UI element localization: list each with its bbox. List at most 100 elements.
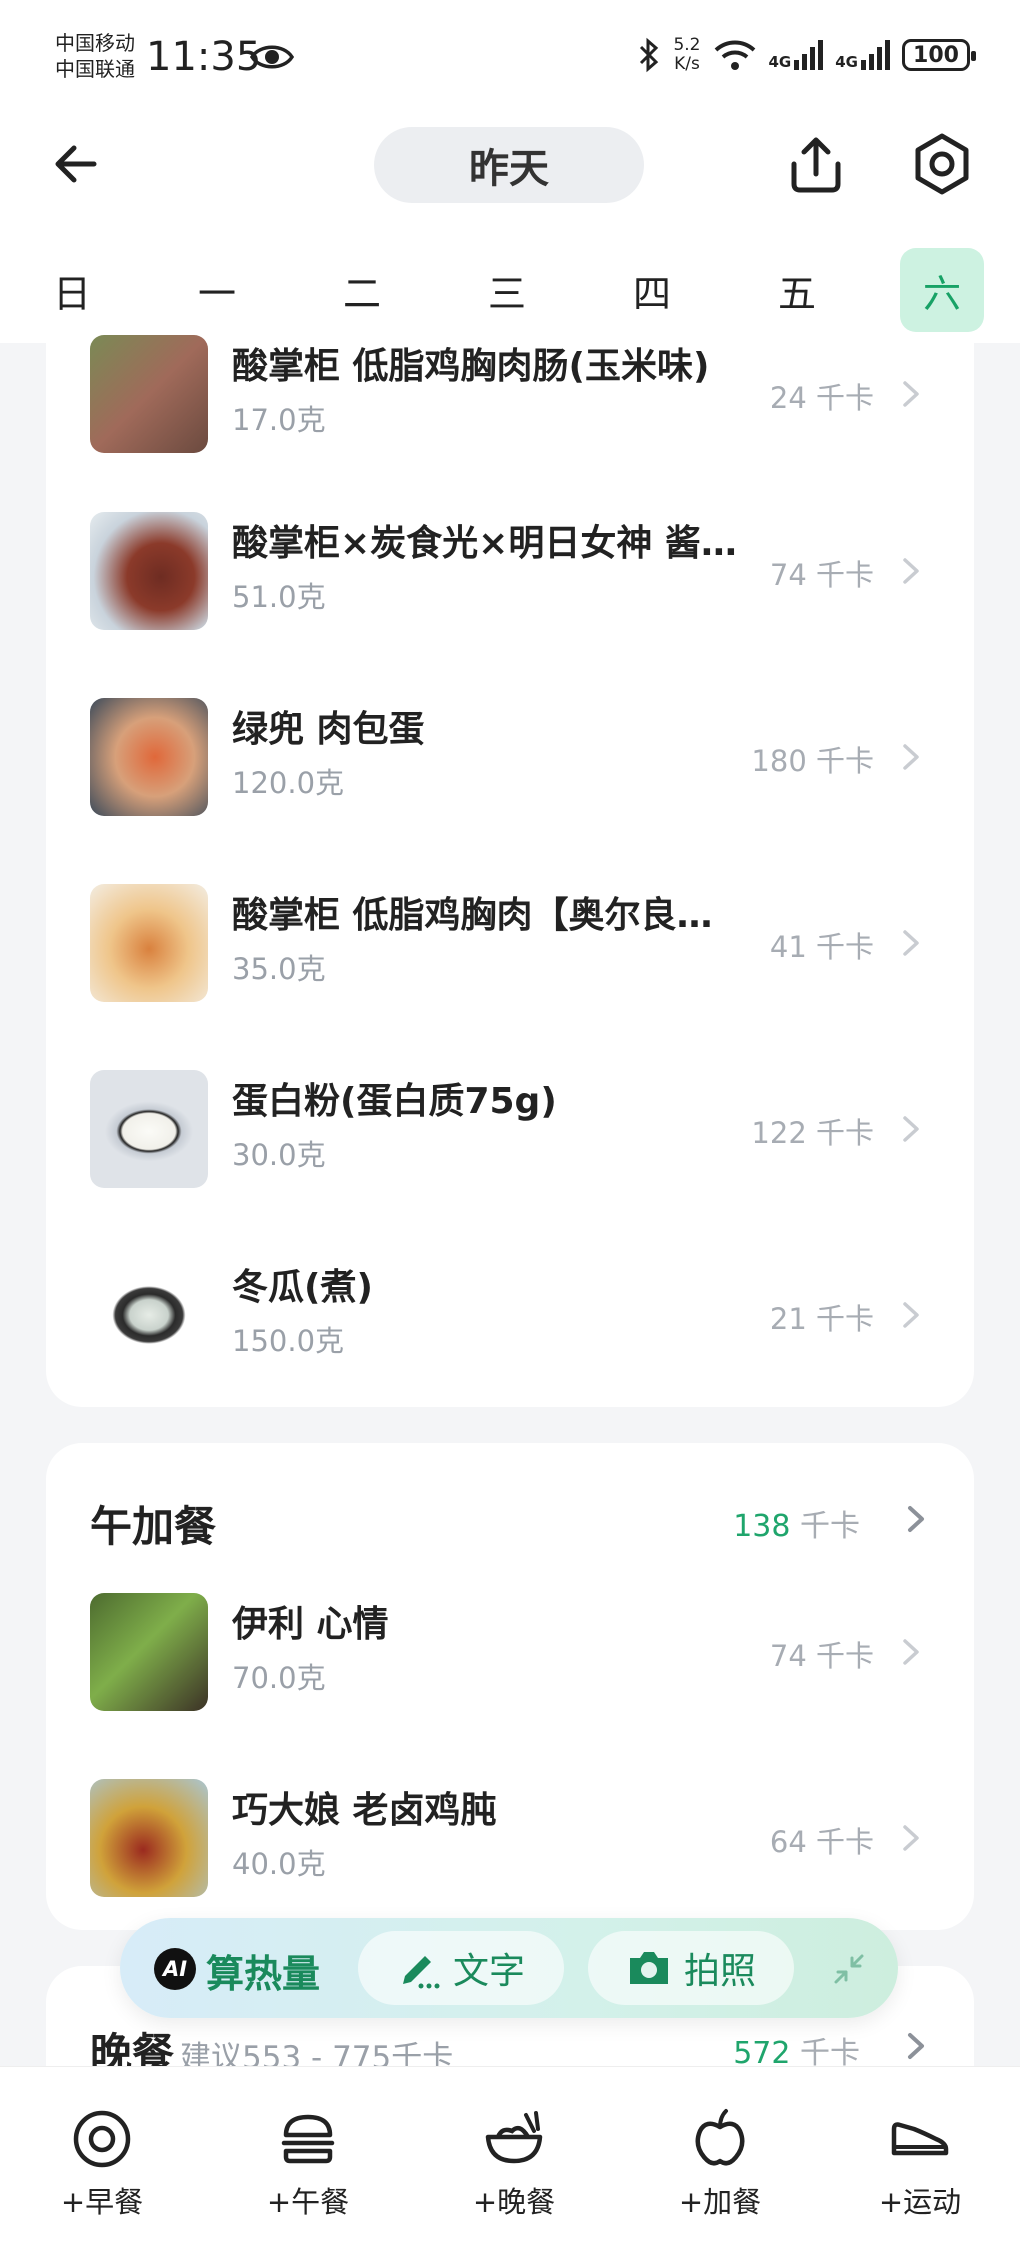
ai-calorie-bar: AI 算热量 文字 拍照 <box>120 1918 898 2018</box>
chevron-right-icon <box>903 744 919 770</box>
food-weight: 120.0克 <box>232 766 345 800</box>
bowl-icon <box>485 2111 543 2164</box>
chevron-right-icon <box>903 1116 919 1142</box>
food-item[interactable]: 冬瓜(煮) 150.0克 21 千卡 <box>46 1256 974 1406</box>
carrier-2: 中国联通 <box>55 57 135 81</box>
food-calories: 64 千卡 <box>769 1825 874 1859</box>
food-item[interactable]: 伊利 心情 70.0克 74 千卡 <box>46 1593 974 1743</box>
signal-bars-icon <box>794 40 824 70</box>
food-thumbnail <box>90 1593 208 1711</box>
food-thumbnail <box>90 1779 208 1897</box>
meal-total-unit: 千卡 <box>800 1509 860 1544</box>
food-weight: 30.0克 <box>232 1138 326 1172</box>
carrier-1: 中国移动 <box>55 31 135 55</box>
food-weight: 35.0克 <box>232 952 326 986</box>
apple-icon <box>695 2109 745 2166</box>
nav-label: +早餐 <box>60 2185 144 2219</box>
net-type-2: 4G <box>835 53 858 71</box>
weekday-sun[interactable]: 日 <box>30 248 114 332</box>
collapse-icon[interactable] <box>832 1952 866 1986</box>
speed-value: 5.2 <box>673 35 701 55</box>
chevron-right-icon[interactable] <box>904 2030 928 2062</box>
photo-button[interactable]: 拍照 <box>588 1931 794 2005</box>
back-arrow-icon[interactable] <box>50 138 102 190</box>
food-item[interactable]: 酸掌柜 低脂鸡胸肉【奥尔良… 35.0克 41 千卡 <box>46 884 974 1034</box>
carrier-labels: 中国移动 中国联通 <box>55 30 135 82</box>
bottom-nav: +早餐 +午餐 +晚餐 +加餐 +运动 <box>0 2066 1020 2250</box>
food-item[interactable]: 酸掌柜 低脂鸡胸肉肠(玉米味) 17.0克 24 千卡 <box>46 335 974 485</box>
weekday-selector: 日 一 二 三 四 五 六 <box>0 248 1020 343</box>
photo-label: 拍照 <box>683 1951 756 1992</box>
wifi-icon <box>714 40 755 70</box>
pencil-icon <box>402 1956 440 1989</box>
text-input-button[interactable]: 文字 <box>358 1931 564 2005</box>
date-selector[interactable]: 昨天 <box>374 127 644 203</box>
status-icons: 5.2 K/s 4G 4G 100 <box>637 35 976 74</box>
weekday-fri[interactable]: 五 <box>755 248 839 332</box>
food-calories: 24 千卡 <box>769 381 874 415</box>
food-calories: 21 千卡 <box>769 1302 874 1336</box>
top-bar: 昨天 <box>0 118 1020 248</box>
chevron-right-icon <box>903 1302 919 1328</box>
ai-badge-icon: AI <box>154 1948 196 1990</box>
food-thumbnail <box>90 335 208 453</box>
meal-title: 午加餐 <box>90 1502 217 1551</box>
chevron-right-icon <box>903 558 919 584</box>
signal-bars-icon <box>861 40 890 70</box>
clock: 11:35 <box>146 34 262 80</box>
food-name: 酸掌柜 低脂鸡胸肉【奥尔良… <box>232 895 713 936</box>
text-input-label: 文字 <box>452 1951 525 1992</box>
food-weight: 150.0克 <box>232 1324 345 1358</box>
chevron-right-icon <box>903 1825 919 1851</box>
weekday-thu[interactable]: 四 <box>610 248 694 332</box>
weekday-sat[interactable]: 六 <box>900 248 984 332</box>
signal-1: 4G <box>769 40 824 70</box>
bluetooth-icon <box>640 37 659 73</box>
add-exercise-button[interactable]: +运动 <box>860 2107 980 2221</box>
food-weight: 70.0克 <box>232 1661 326 1695</box>
net-type-1: 4G <box>768 53 792 71</box>
food-item[interactable]: 绿兜 肉包蛋 120.0克 180 千卡 <box>46 698 974 848</box>
food-name: 巧大娘 老卤鸡肫 <box>232 1790 497 1831</box>
food-weight: 17.0克 <box>232 403 326 437</box>
food-thumbnail <box>90 512 208 630</box>
settings-icon[interactable] <box>910 132 974 196</box>
meal-total-calories[interactable]: 138 千卡 <box>733 1501 860 1545</box>
food-name: 伊利 心情 <box>232 1604 389 1645</box>
food-name: 蛋白粉(蛋白质75g) <box>232 1081 557 1122</box>
battery-indicator: 100 <box>902 39 976 71</box>
food-calories: 180 千卡 <box>751 744 874 778</box>
weekday-mon[interactable]: 一 <box>175 248 259 332</box>
add-lunch-button[interactable]: +午餐 <box>248 2107 368 2221</box>
food-name: 酸掌柜×炭食光×明日女神 酱… <box>232 523 737 564</box>
food-thumbnail <box>90 884 208 1002</box>
food-weight: 40.0克 <box>232 1847 326 1881</box>
share-icon[interactable] <box>786 134 846 196</box>
chevron-right-icon[interactable] <box>904 1503 928 1535</box>
chevron-right-icon <box>903 381 919 407</box>
plate-icon <box>73 2110 131 2168</box>
nav-label: +加餐 <box>678 2185 762 2219</box>
lunch-card: 酸掌柜 低脂鸡胸肉肠(玉米味) 17.0克 24 千卡 酸掌柜×炭食光×明日女神… <box>46 335 974 1407</box>
food-calories: 74 千卡 <box>769 1639 874 1673</box>
food-calories: 122 千卡 <box>751 1116 874 1150</box>
chevron-right-icon <box>903 930 919 956</box>
weekday-tue[interactable]: 二 <box>320 248 404 332</box>
chevron-right-icon <box>903 1639 919 1665</box>
food-thumbnail <box>90 1070 208 1188</box>
food-weight: 51.0克 <box>232 580 326 614</box>
add-breakfast-button[interactable]: +早餐 <box>42 2107 162 2221</box>
food-name: 酸掌柜 低脂鸡胸肉肠(玉米味) <box>232 346 710 387</box>
weekday-wed[interactable]: 三 <box>465 248 549 332</box>
eye-icon <box>250 45 294 69</box>
nav-label: +运动 <box>878 2185 962 2219</box>
food-item[interactable]: 蛋白粉(蛋白质75g) 30.0克 122 千卡 <box>46 1070 974 1220</box>
nav-label: +晚餐 <box>472 2185 556 2219</box>
ai-calorie-label[interactable]: 算热量 <box>206 1943 320 1998</box>
food-item[interactable]: 巧大娘 老卤鸡肫 40.0克 64 千卡 <box>46 1779 974 1929</box>
camera-icon <box>629 1952 668 1984</box>
sneaker-icon <box>891 2122 949 2156</box>
add-dinner-button[interactable]: +晚餐 <box>454 2107 574 2221</box>
food-item[interactable]: 酸掌柜×炭食光×明日女神 酱… 51.0克 74 千卡 <box>46 512 974 662</box>
add-snack-button[interactable]: +加餐 <box>660 2107 780 2221</box>
